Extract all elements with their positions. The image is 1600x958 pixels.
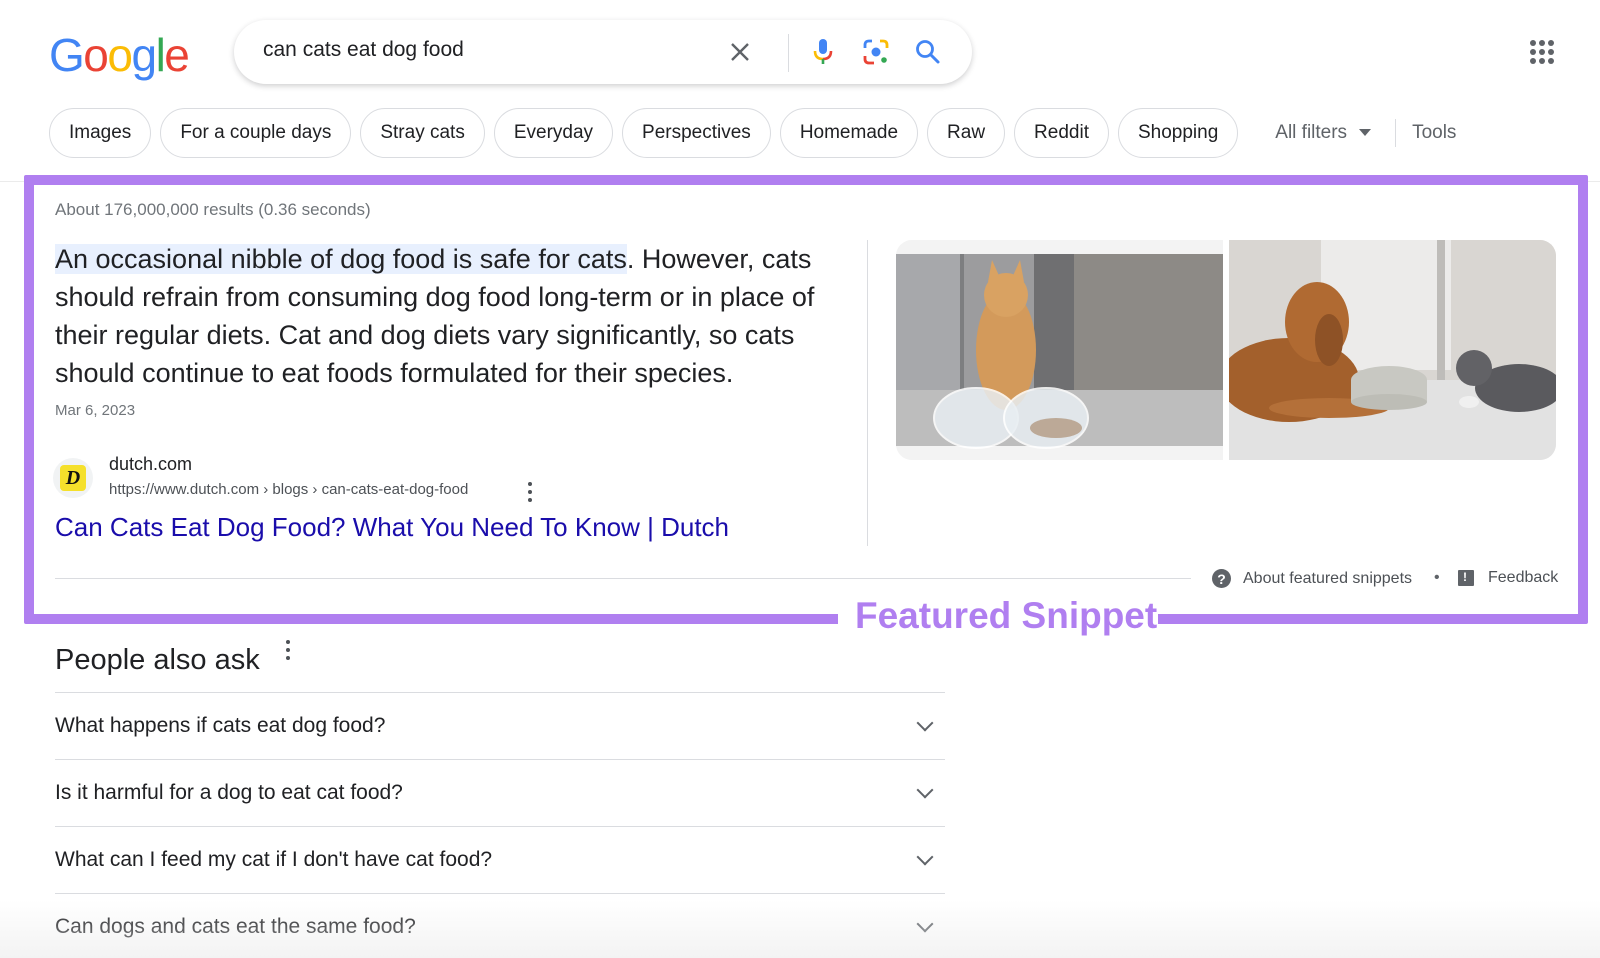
chevron-down-icon (917, 849, 934, 866)
clear-button[interactable] (722, 34, 758, 70)
tools-divider (1395, 119, 1396, 147)
paa-question[interactable]: Is it harmful for a dog to eat cat food? (55, 759, 945, 826)
paa-more-options-icon[interactable] (285, 640, 291, 660)
chip-shopping[interactable]: Shopping (1118, 108, 1238, 158)
chip-stray-cats[interactable]: Stray cats (360, 108, 484, 158)
google-logo[interactable]: Google (49, 28, 188, 82)
logo-letter: e (164, 28, 188, 82)
featured-snippet-annotation-label: Featured Snippet (855, 595, 1157, 637)
chip-raw[interactable]: Raw (927, 108, 1005, 158)
apps-grid-icon[interactable] (1530, 40, 1554, 64)
tools-button[interactable]: Tools (1412, 122, 1456, 144)
microphone-icon (811, 37, 835, 67)
logo-letter: g (131, 28, 155, 82)
chevron-down-icon (917, 782, 934, 799)
logo-letter: o (107, 28, 131, 82)
people-also-ask-title: People also ask (55, 644, 260, 677)
lens-search-button[interactable] (858, 34, 894, 70)
chip-images[interactable]: Images (49, 108, 151, 158)
chip-for-a-couple-days[interactable]: For a couple days (160, 108, 351, 158)
logo-letter: G (49, 28, 83, 82)
chevron-down-icon (917, 916, 934, 933)
paa-question-text: Can dogs and cats eat the same food? (55, 915, 416, 939)
search-divider (788, 34, 789, 72)
clear-icon (728, 40, 752, 64)
chip-reddit[interactable]: Reddit (1014, 108, 1109, 158)
search-box (234, 20, 972, 84)
paa-question[interactable]: What can I feed my cat if I don't have c… (55, 826, 945, 893)
paa-question-text: Is it harmful for a dog to eat cat food? (55, 781, 403, 805)
chevron-down-icon (917, 715, 934, 732)
search-button[interactable] (910, 34, 946, 70)
voice-search-button[interactable] (805, 34, 841, 70)
all-filters-label: All filters (1275, 122, 1347, 144)
paa-question[interactable]: Can dogs and cats eat the same food? (55, 893, 945, 958)
paa-question[interactable]: What happens if cats eat dog food? (55, 692, 945, 759)
featured-snippet-annotation-box (24, 175, 1588, 624)
search-input[interactable] (263, 38, 703, 62)
paa-question-text: What happens if cats eat dog food? (55, 714, 385, 738)
people-also-ask-list: What happens if cats eat dog food? Is it… (55, 692, 945, 958)
logo-letter: l (156, 28, 165, 82)
logo-letter: o (83, 28, 107, 82)
chip-everyday[interactable]: Everyday (494, 108, 613, 158)
caret-down-icon (1359, 129, 1371, 137)
google-lens-icon (862, 38, 890, 66)
paa-question-text: What can I feed my cat if I don't have c… (55, 848, 492, 872)
chip-perspectives[interactable]: Perspectives (622, 108, 771, 158)
chip-homemade[interactable]: Homemade (780, 108, 918, 158)
search-icon (915, 39, 941, 65)
all-filters-button[interactable]: All filters (1275, 122, 1371, 144)
search-chips: Images For a couple days Stray cats Ever… (49, 108, 1456, 158)
